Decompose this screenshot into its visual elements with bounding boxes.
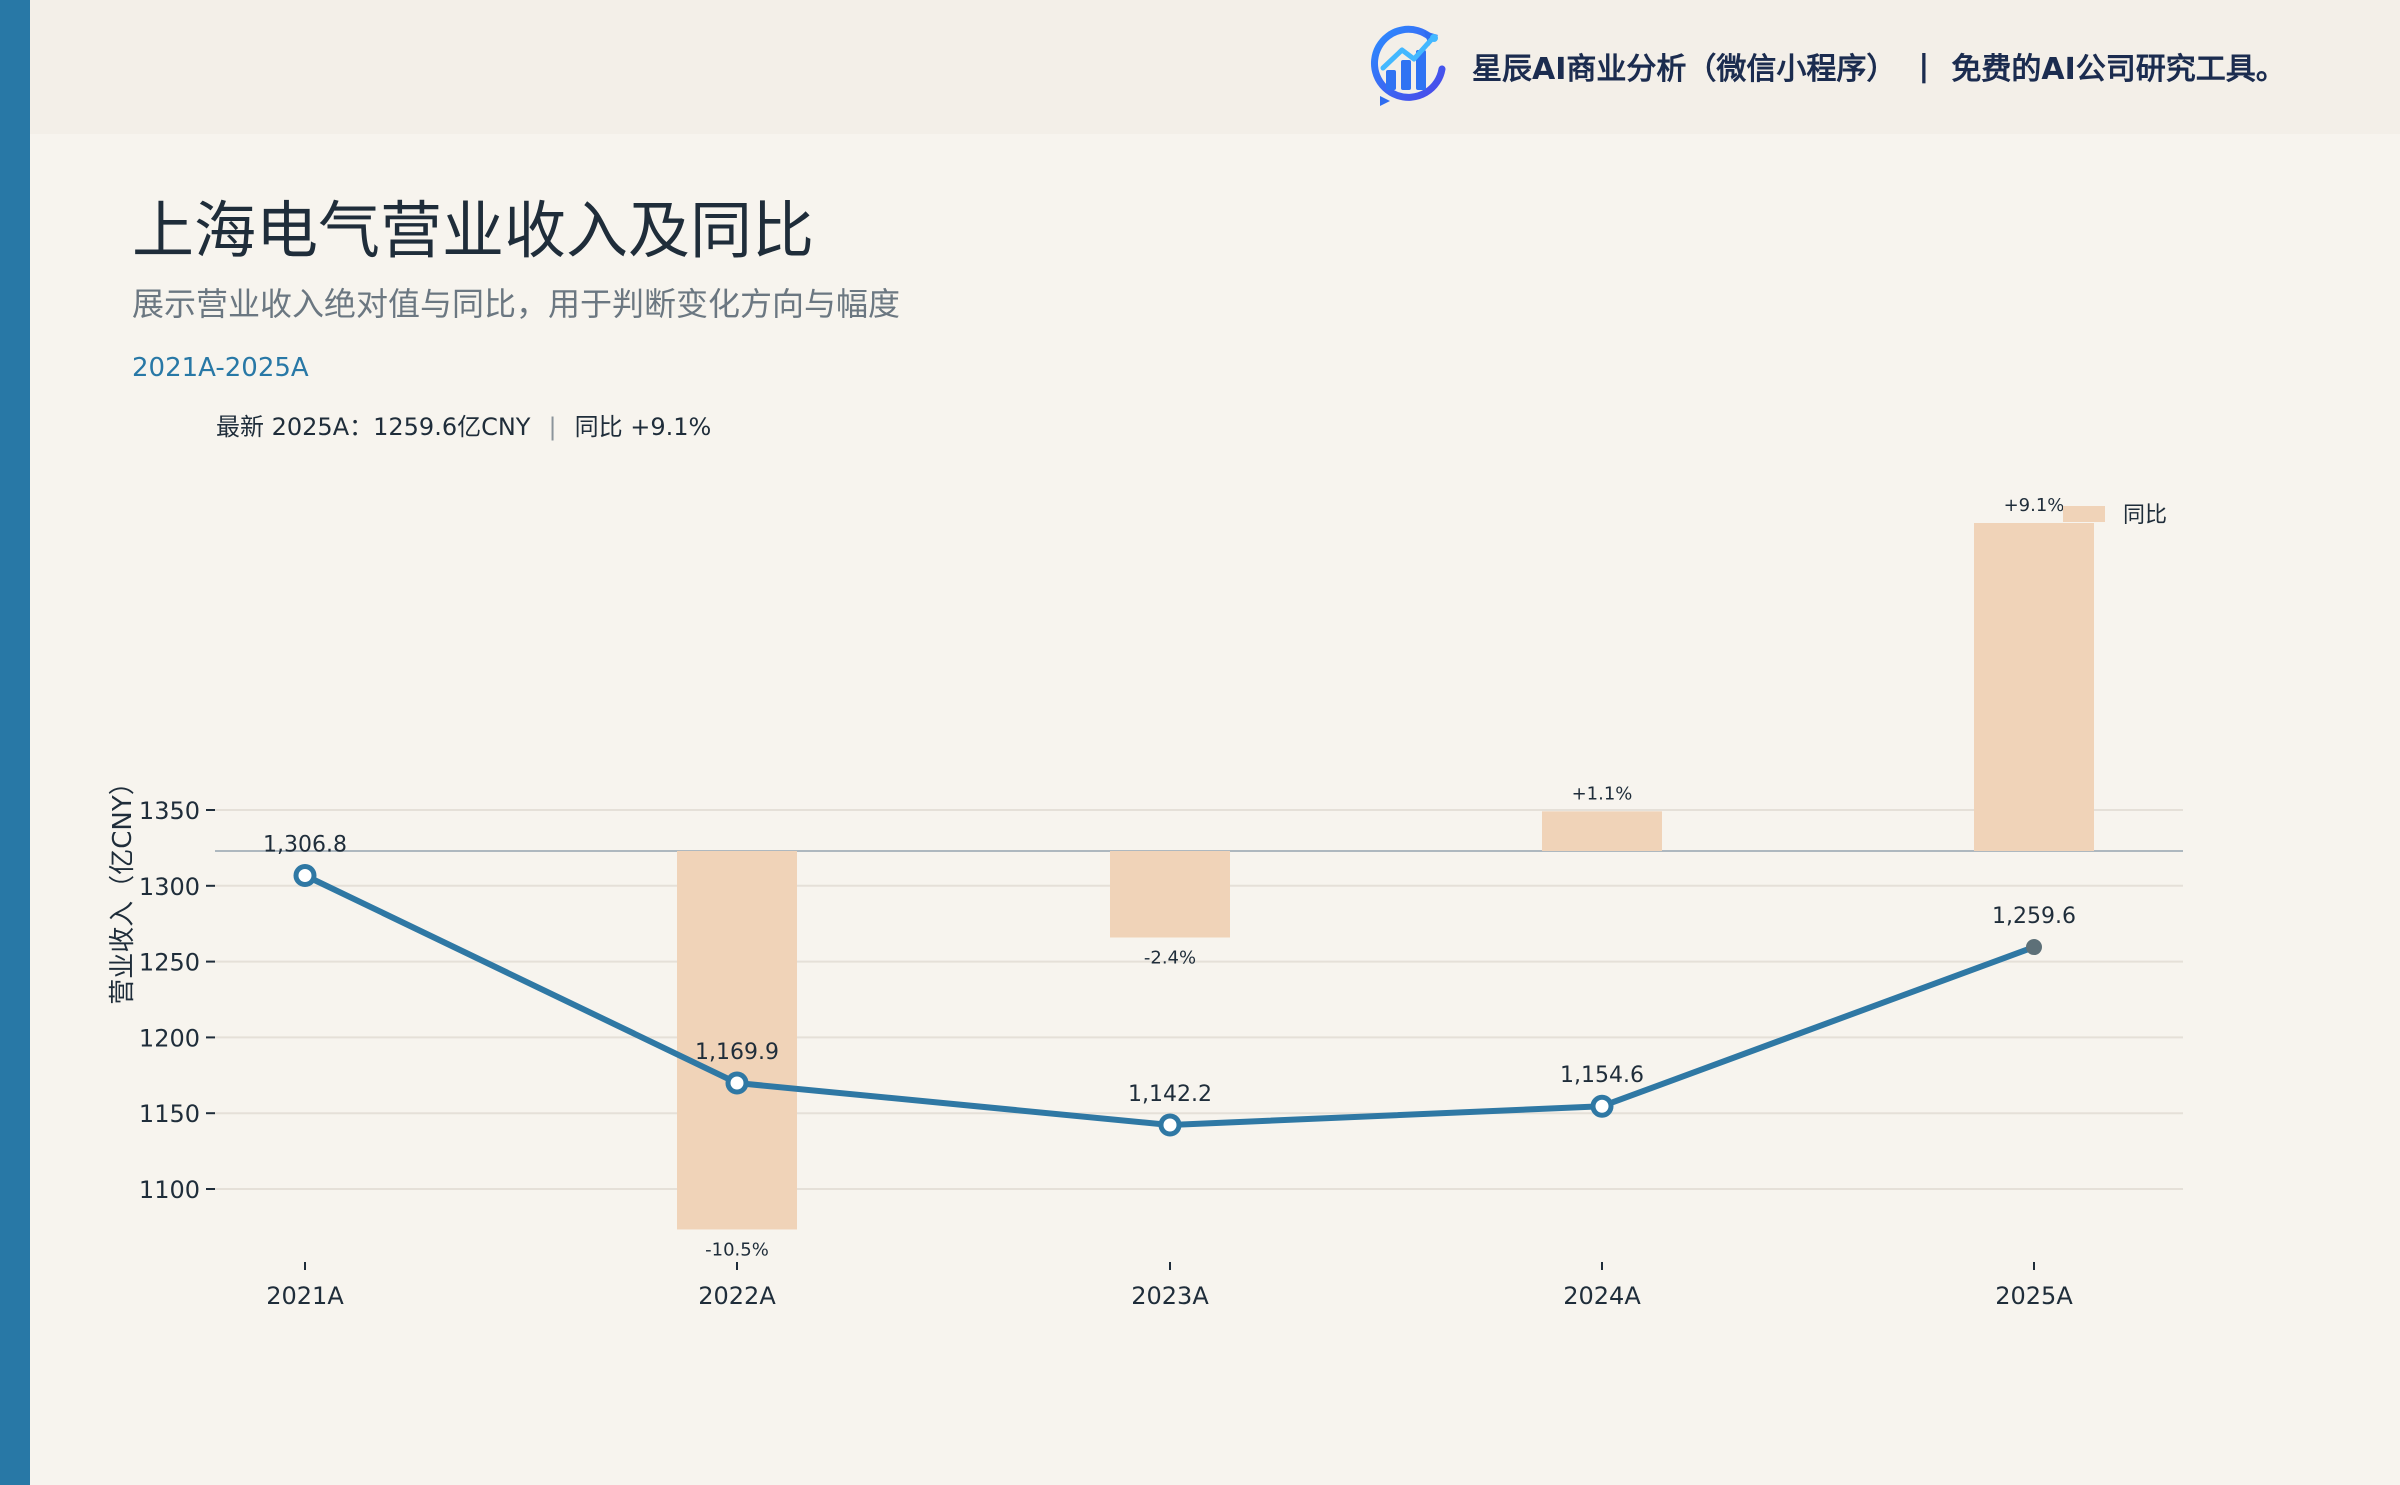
- y-tick-label: 1250: [139, 949, 200, 977]
- y-tick-label: 1350: [139, 797, 200, 825]
- y-tick-label: 1100: [139, 1176, 200, 1204]
- x-tick-label: 2023A: [1131, 1282, 1209, 1310]
- yoy-bars: [677, 523, 2094, 1230]
- revenue-point: [1590, 1094, 1614, 1118]
- yoy-bar-label: -10.5%: [705, 1239, 769, 1260]
- x-tick-label: 2024A: [1563, 1282, 1641, 1310]
- legend-swatch: [2063, 506, 2105, 522]
- y-axis-label: 营业收入（亿CNY）: [108, 769, 138, 1005]
- yoy-bar-label: +9.1%: [2004, 495, 2065, 516]
- x-tick-label: 2022A: [698, 1282, 776, 1310]
- yoy-bar-label: -2.4%: [1144, 948, 1196, 969]
- revenue-yoy-chart: -10.5% -2.4% +1.1% +9.1% 1,306.8 1,169.9 1,142…: [108, 495, 2183, 1310]
- yoy-bar: [1542, 811, 1662, 851]
- revenue-line-segment: [734, 1080, 1173, 1129]
- y-tick-label: 1150: [139, 1100, 200, 1128]
- x-tick-label: 2021A: [266, 1282, 344, 1310]
- legend-label: 同比: [2123, 503, 2167, 528]
- revenue-value-label: 1,306.8: [263, 832, 347, 857]
- revenue-value-label: 1,169.9: [695, 1040, 779, 1065]
- yoy-bar-label: +1.1%: [1572, 783, 1633, 804]
- x-tick-label: 2025A: [1995, 1282, 2073, 1310]
- revenue-point: [293, 863, 317, 887]
- y-tick-label: 1300: [139, 873, 200, 901]
- revenue-point: [725, 1071, 749, 1095]
- revenue-point: [2026, 939, 2042, 956]
- revenue-point: [1158, 1113, 1182, 1137]
- revenue-line-segment: [302, 872, 740, 1087]
- revenue-line-segment: [1599, 944, 2037, 1110]
- revenue-value-label: 1,154.6: [1560, 1063, 1644, 1088]
- revenue-value-label: 1,142.2: [1128, 1082, 1212, 1107]
- revenue-value-label: 1,259.6: [1992, 904, 2076, 929]
- yoy-bar: [1110, 851, 1230, 938]
- revenue-line-segment: [1167, 1103, 1605, 1129]
- yoy-bar: [1974, 523, 2094, 851]
- y-tick-label: 1200: [139, 1024, 200, 1052]
